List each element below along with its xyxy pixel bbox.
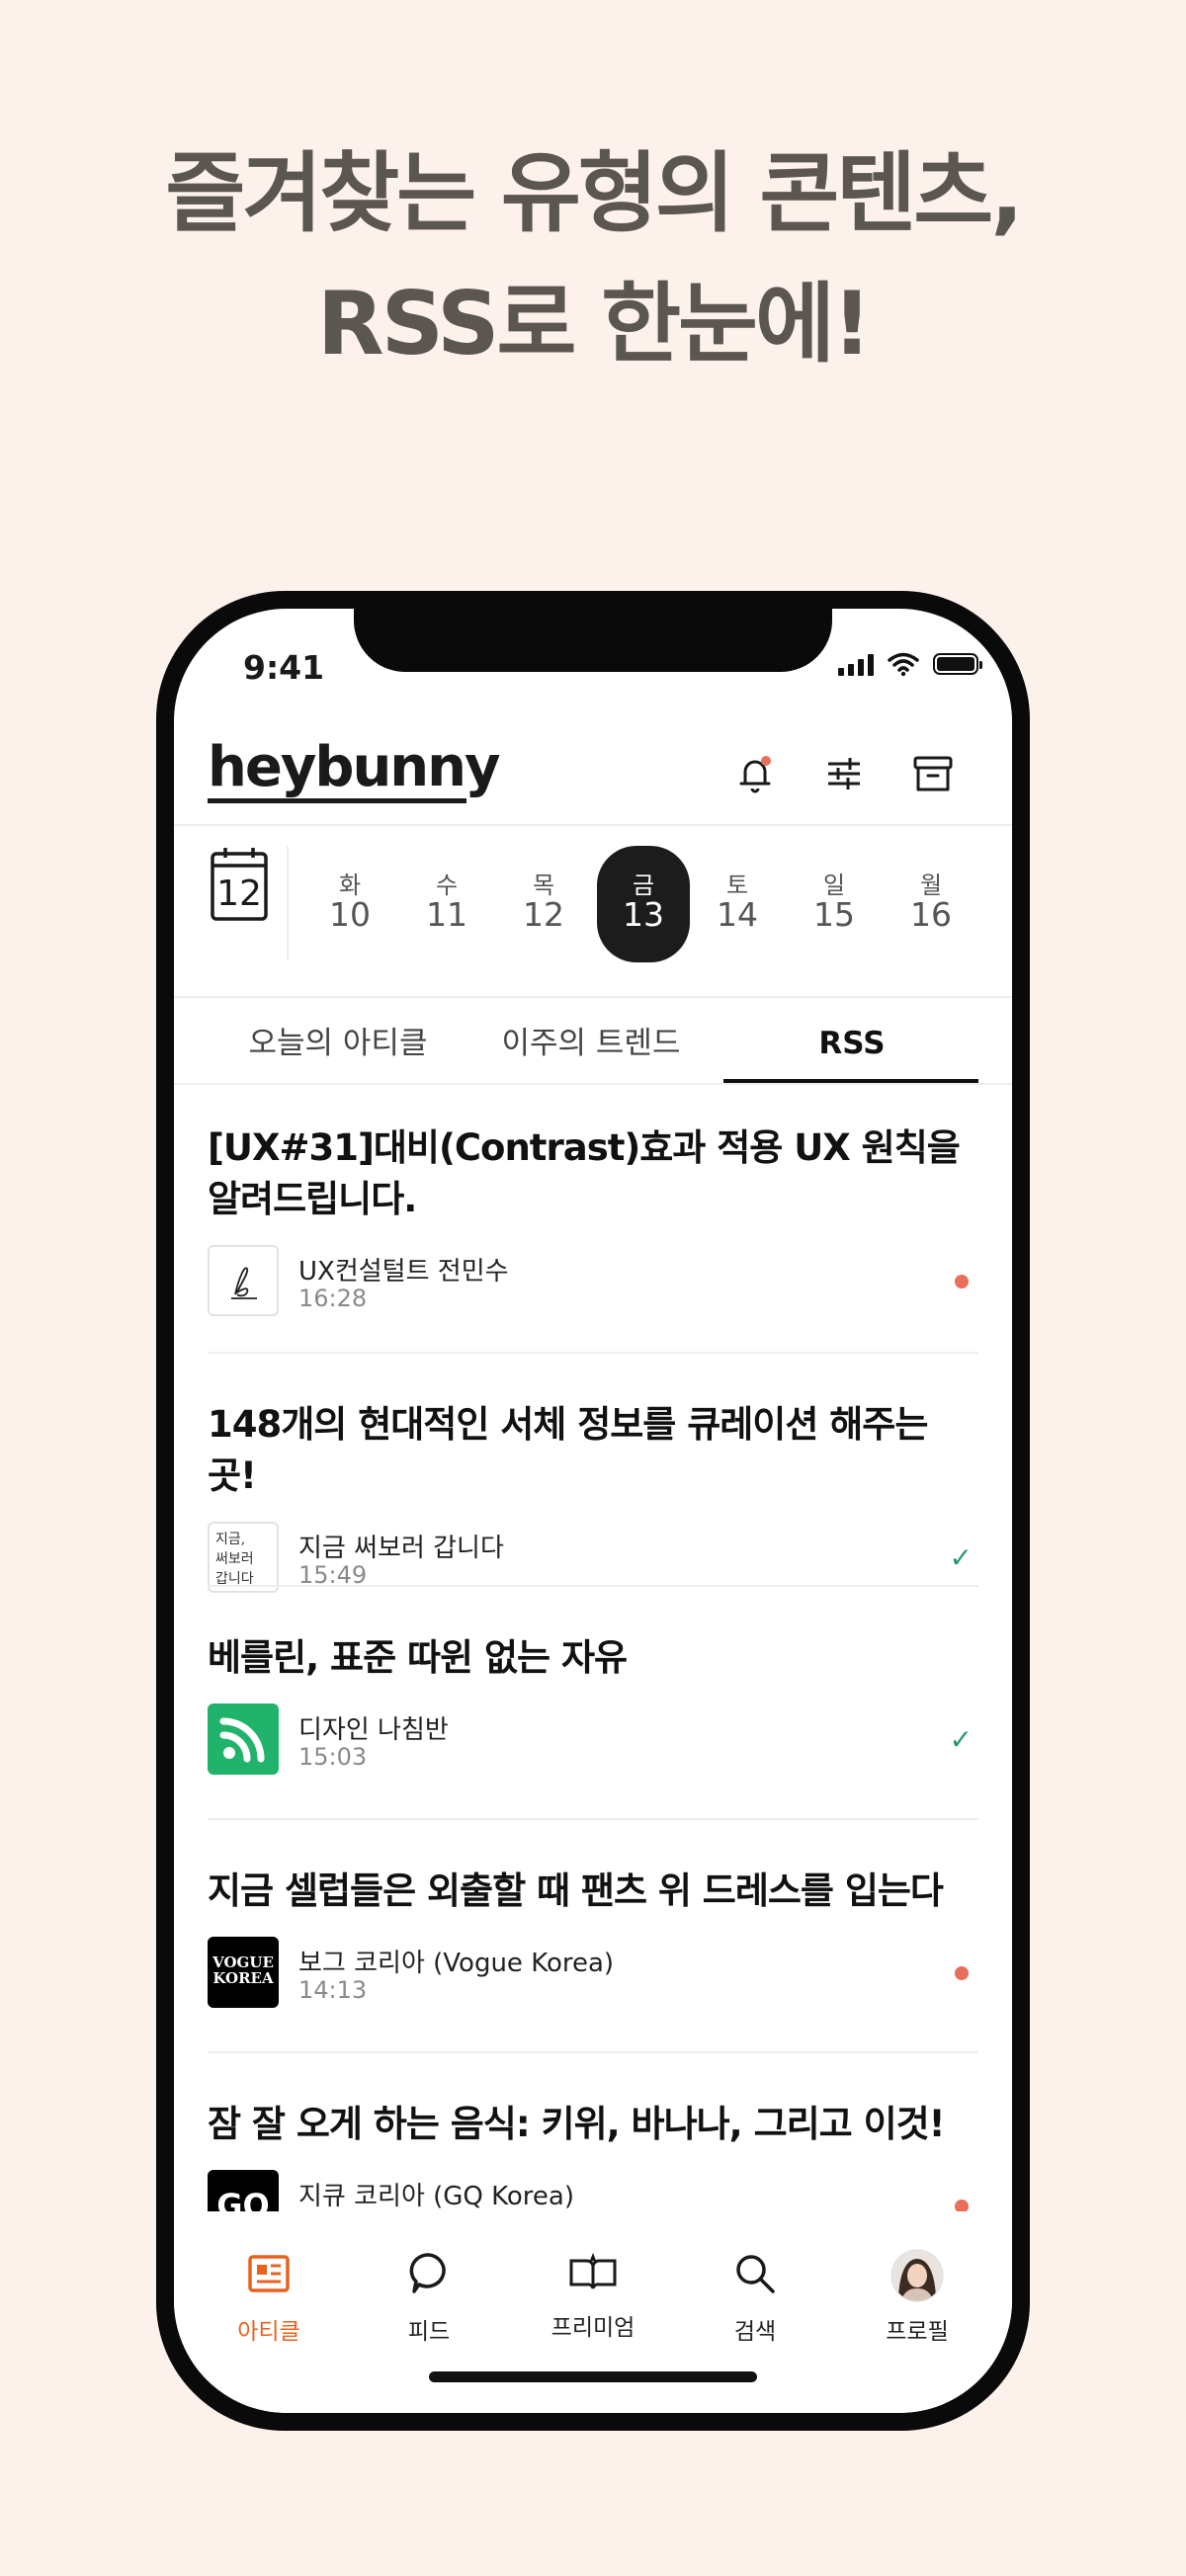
nav-label: 프리미엄 [551,2315,635,2341]
logo-underline [208,798,466,803]
day-fri-selected[interactable]: 금 13 [597,846,690,962]
day-sun[interactable]: 일 15 [803,846,866,962]
bottom-navigation: 아티클 피드 프리미엄 검색 프로필 [174,2211,1012,2413]
headline-line-2: RSS로 한눈에! [316,273,872,374]
read-check-icon: ✓ [949,1541,973,1574]
source-thumbnail: 지금, 써보러 갑니다 [208,1522,279,1593]
source-thumbnail [208,1703,279,1775]
nav-search[interactable]: 검색 [686,2249,824,2346]
article-item[interactable]: 지금 셀럽들은 외출할 때 팬츠 위 드레스를 입는다 VOGUE KOREA … [208,1866,978,2010]
unread-indicator [955,1966,969,1980]
day-sat[interactable]: 토 14 [706,846,769,962]
source-name[interactable]: 지큐 코리아 (GQ Korea) [298,2176,574,2212]
article-meta: VOGUE KOREA 보그 코리아 (Vogue Korea) 14:13 [208,1937,978,2010]
notch [354,609,832,672]
article-time: 14:13 [298,1976,368,2004]
calendar-day-number: 12 [216,873,262,914]
article-time: 16:28 [298,1285,368,1312]
article-separator [208,1352,978,1354]
article-separator [208,1818,978,1820]
nav-articles[interactable]: 아티클 [200,2249,338,2346]
article-meta: UX컨설털트 전민수 16:28 [208,1245,978,1318]
status-time: 9:41 [243,648,325,687]
week-divider [174,996,1012,998]
article-title[interactable]: 148개의 현대적인 서체 정보를 큐레이션 해주는 곳! [208,1399,978,1502]
article-meta: 디자인 나침반 15:03 ✓ [208,1703,978,1777]
cellular-signal-icon [838,652,874,676]
article-icon [248,2255,290,2292]
nav-label: 피드 [407,2319,451,2345]
wifi-icon [888,652,919,676]
phone-screen: 9:41 heybunny 12 화 10 수 11 목 12 금 13 토 1… [174,609,1012,2413]
day-date: 15 [813,895,855,934]
home-indicator [429,2371,757,2382]
unread-indicator [955,1275,969,1288]
signature-logo-icon [231,1267,257,1299]
headline-line-1: 즐겨찾는 유형의 콘텐츠, [165,142,1023,244]
search-icon [736,2255,775,2293]
source-name[interactable]: 지금 써보러 갑니다 [298,1528,504,1564]
nav-profile[interactable]: 프로필 [848,2249,986,2346]
article-separator [208,1585,978,1587]
bell-icon[interactable] [731,750,779,797]
app-logo[interactable]: heybunny [208,735,501,799]
article-title[interactable]: [UX#31]대비(Contrast)효과 적용 UX 원칙을 알려드립니다. [208,1122,978,1225]
calendar-icon[interactable]: 12 [210,846,269,925]
promo-headline: 즐겨찾는 유형의 콘텐츠, RSS로 한눈에! [0,128,1186,389]
article-item[interactable]: [UX#31]대비(Contrast)효과 적용 UX 원칙을 알려드립니다. … [208,1122,978,1318]
day-date: 12 [523,895,564,934]
article-title[interactable]: 잠 잘 오게 하는 음식: 키위, 바나나, 그리고 이것! [208,2099,978,2150]
article-item[interactable]: 148개의 현대적인 서체 정보를 큐레이션 해주는 곳! 지금, 써보러 갑니… [208,1399,978,1595]
nav-label: 프로필 [886,2319,949,2345]
rss-icon [219,1717,265,1763]
day-date: 16 [910,895,952,934]
day-date: 13 [623,895,664,934]
source-name[interactable]: 보그 코리아 (Vogue Korea) [298,1943,614,1979]
nav-feed[interactable]: 피드 [360,2249,498,2346]
header-divider [174,824,1012,826]
day-mon[interactable]: 월 16 [899,846,963,962]
speech-bubble-icon [409,2253,446,2293]
article-time: 15:03 [298,1743,368,1771]
calendar-separator [287,846,289,960]
day-wed[interactable]: 수 11 [415,846,478,962]
day-thu[interactable]: 목 12 [512,846,575,962]
tabs-divider [174,1083,1012,1085]
day-date: 10 [329,895,371,934]
status-icons [838,652,982,676]
tab-today-articles[interactable]: 오늘의 아티클 [208,1004,468,1083]
day-tue[interactable]: 화 10 [318,846,381,962]
nav-label: 아티클 [237,2319,300,2345]
source-thumbnail: VOGUE KOREA [208,1937,279,2008]
tab-weekly-trends[interactable]: 이주의 트렌드 [461,1004,721,1083]
read-check-icon: ✓ [949,1723,973,1756]
sliders-icon[interactable] [820,750,868,797]
nav-label: 검색 [733,2319,777,2345]
article-title[interactable]: 베를린, 표준 따윈 없는 자유 [208,1632,978,1684]
tab-rss[interactable]: RSS [721,1004,982,1083]
source-thumbnail [208,1245,279,1316]
day-date: 11 [426,895,467,934]
day-date: 14 [717,895,758,934]
source-name[interactable]: 디자인 나침반 [298,1709,449,1746]
phone-frame: 9:41 heybunny 12 화 10 수 11 목 12 금 13 토 1… [156,591,1030,2431]
archive-icon[interactable] [909,750,957,797]
battery-icon [933,653,982,675]
nav-premium[interactable]: 프리미엄 [524,2249,662,2342]
article-title[interactable]: 지금 셀럽들은 외출할 때 팬츠 위 드레스를 입는다 [208,1866,978,1917]
article-separator [208,2051,978,2053]
avatar [890,2249,944,2302]
article-item[interactable]: 베를린, 표준 따윈 없는 자유 디자인 나침반 15:03 ✓ [208,1632,978,1777]
source-name[interactable]: UX컨설털트 전민수 [298,1251,509,1288]
premium-book-icon [569,2253,617,2289]
article-meta: 지금, 써보러 갑니다 지금 써보러 갑니다 15:49 ✓ [208,1522,978,1595]
